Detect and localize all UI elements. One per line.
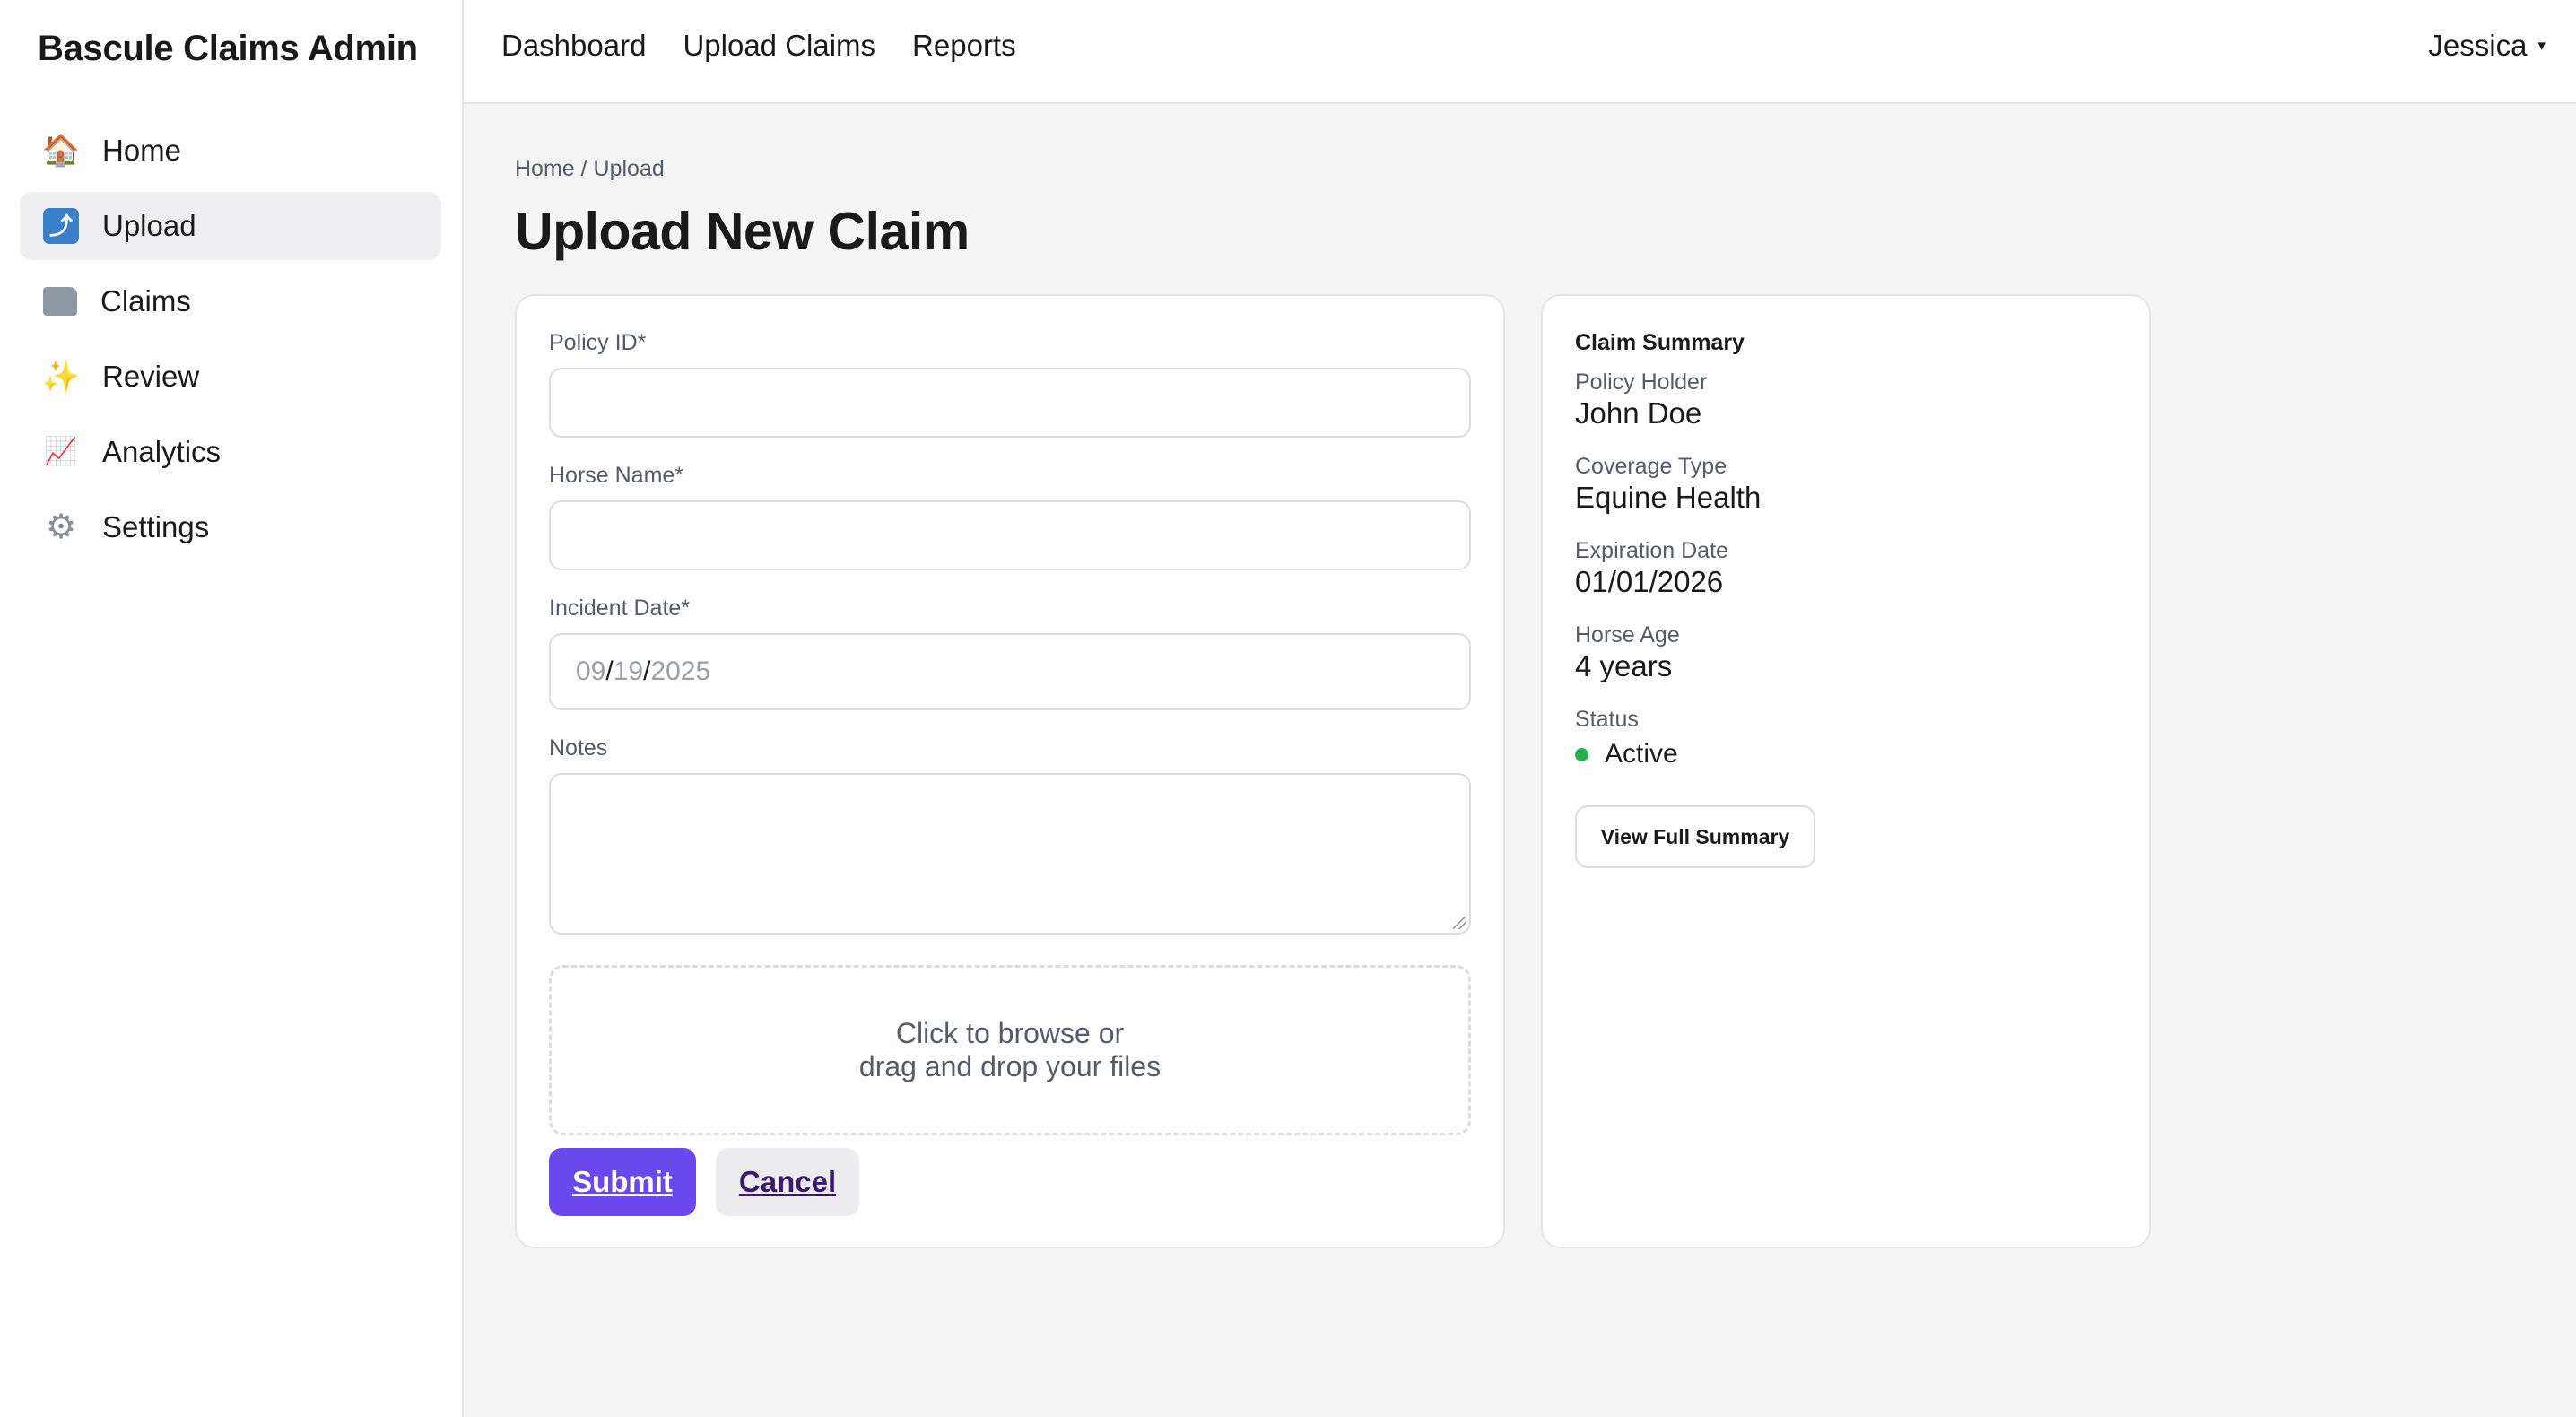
resize-handle-icon[interactable] (1453, 917, 1466, 929)
policy-id-label: Policy ID* (549, 330, 647, 355)
sparkles-icon: ✨ (41, 360, 81, 394)
sidebar-item-claims[interactable]: Claims (20, 267, 441, 335)
nav-link-dashboard[interactable]: Dashboard (501, 29, 646, 63)
status-badge: Active (1575, 739, 1678, 769)
status-dot-icon (1575, 747, 1588, 761)
sidebar-item-label: Review (102, 360, 200, 393)
date-day: 19 (613, 656, 644, 686)
horse-name-label: Horse Name* (549, 463, 684, 488)
sidebar-nav: 🏠 Home ⤴ Upload Claims ✨ Review 📈 Analyt… (20, 117, 441, 569)
date-separator: / (643, 656, 651, 686)
policy-holder-value: John Doe (1575, 396, 1702, 430)
coverage-type-value: Equine Health (1575, 481, 1762, 514)
expiration-date-value: 01/01/2026 (1575, 565, 1724, 598)
sidebar-item-home[interactable]: 🏠 Home (20, 117, 441, 185)
sidebar-item-review[interactable]: ✨ Review (20, 343, 441, 411)
home-icon: 🏠 (41, 134, 81, 168)
policy-holder-label: Policy Holder (1575, 369, 1708, 395)
page-title: Upload New Claim (515, 202, 970, 261)
claim-summary-card: Claim Summary Policy Holder John Doe Cov… (1541, 294, 2151, 1248)
dropzone-text-line2: drag and drop your files (858, 1050, 1162, 1082)
date-month: 09 (576, 656, 606, 686)
sidebar-item-label: Home (102, 134, 182, 167)
status-value: Active (1605, 739, 1678, 769)
sidebar-item-analytics[interactable]: 📈 Analytics (20, 418, 441, 486)
sidebar-item-label: Upload (102, 209, 196, 242)
top-nav: Dashboard Upload Claims Reports (501, 29, 1053, 63)
sidebar-item-settings[interactable]: ⚙ Settings (20, 493, 441, 561)
user-name: Jessica (2428, 29, 2528, 62)
incident-date-label: Incident Date* (549, 595, 691, 621)
folder-icon (43, 287, 77, 316)
status-label: Status (1575, 707, 1639, 732)
notes-textarea[interactable] (549, 773, 1471, 935)
horse-name-input[interactable] (549, 500, 1471, 570)
horse-age-label: Horse Age (1575, 622, 1680, 648)
sidebar-item-label: Analytics (102, 435, 222, 468)
breadcrumb: Home / Upload (515, 156, 665, 181)
policy-id-input[interactable] (549, 368, 1471, 438)
app-title: Bascule Claims Admin (38, 29, 418, 68)
sidebar-item-label: Settings (102, 510, 210, 543)
summary-title: Claim Summary (1575, 330, 1745, 355)
view-full-summary-button[interactable]: View Full Summary (1575, 805, 1815, 868)
sidebar-item-label: Claims (100, 284, 191, 317)
chart-icon: 📈 (44, 437, 78, 466)
cancel-button[interactable]: Cancel (716, 1148, 859, 1216)
expiration-date-label: Expiration Date (1575, 538, 1728, 563)
nav-link-reports[interactable]: Reports (912, 29, 1016, 63)
caret-down-icon: ▾ (2537, 37, 2546, 54)
horse-age-value: 4 years (1575, 649, 1673, 682)
user-menu[interactable]: Jessica ▾ (2428, 29, 2546, 63)
date-year: 2025 (650, 656, 711, 686)
upload-icon: ⤴ (43, 208, 79, 244)
claim-form: Policy ID* Horse Name* Incident Date* 09… (515, 294, 1505, 1248)
top-bar: Dashboard Upload Claims Reports Jessica … (464, 0, 2576, 104)
incident-date-input[interactable]: 09/19/2025 (549, 633, 1471, 710)
sidebar: Bascule Claims Admin 🏠 Home ⤴ Upload Cla… (0, 0, 464, 1417)
coverage-type-label: Coverage Type (1575, 454, 1727, 479)
nav-link-upload-claims[interactable]: Upload Claims (683, 29, 875, 63)
dropzone-text-line1: Click to browse or (895, 1017, 1125, 1049)
gear-icon: ⚙ (45, 509, 77, 546)
file-dropzone[interactable]: Click to browse or drag and drop your fi… (549, 965, 1471, 1135)
notes-label: Notes (549, 735, 608, 761)
date-separator: / (605, 656, 614, 686)
submit-button[interactable]: Submit (549, 1148, 696, 1216)
sidebar-item-upload[interactable]: ⤴ Upload (20, 192, 441, 260)
